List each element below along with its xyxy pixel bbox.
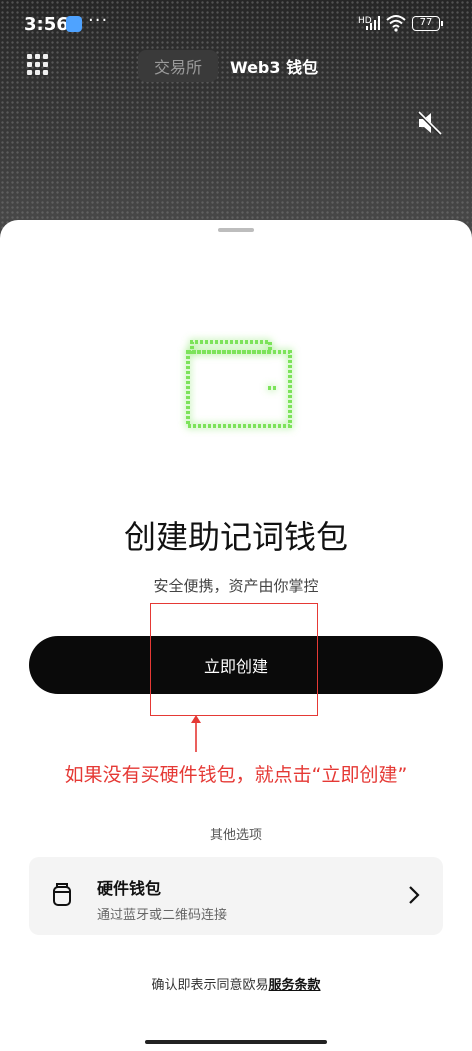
other-options-label: 其他选项 — [209, 828, 262, 843]
terms-of-service-link[interactable]: 服务条款 — [269, 978, 321, 993]
hardware-wallet-option[interactable]: 硬件钱包 通过蓝牙或二维码连接 — [29, 857, 443, 935]
annotation-text: 如果没有买硬件钱包，就点击“立即创建” — [64, 764, 408, 786]
hardware-wallet-icon — [53, 883, 71, 906]
page-title: 创建助记词钱包 — [123, 518, 348, 556]
speaker-mute-icon[interactable] — [416, 110, 442, 136]
sheet-drag-handle[interactable] — [218, 228, 254, 232]
bottom-sheet: 创建助记词钱包 安全便携，资产由你掌控 立即创建 如果没有买硬件钱包，就点击“立… — [0, 220, 472, 1051]
app-notification-icon — [66, 16, 82, 32]
tab-web3-wallet[interactable]: Web3 钱包 — [230, 50, 318, 82]
status-time: 3:56 — [24, 14, 69, 35]
annotation-highlight-box — [150, 603, 318, 716]
terms-notice: 确认即表示同意欧易服务条款 — [0, 974, 472, 993]
tab-exchange[interactable]: 交易所 — [138, 50, 218, 82]
hardware-wallet-title: 硬件钱包 — [97, 879, 162, 898]
signal-icon — [366, 16, 380, 30]
page-subtitle: 安全便携，资产由你掌控 — [153, 577, 319, 595]
grid-icon[interactable] — [27, 54, 49, 76]
terms-prefix: 确认即表示同意欧易 — [151, 978, 269, 993]
chevron-right-icon — [409, 886, 420, 904]
home-indicator[interactable] — [145, 1040, 327, 1044]
wifi-icon — [386, 15, 406, 32]
status-bar: 3:56 ··· HD 77 — [0, 0, 472, 50]
more-notifications-icon: ··· — [88, 10, 109, 31]
hardware-wallet-subtitle: 通过蓝牙或二维码连接 — [97, 908, 228, 923]
wallet-icon — [186, 340, 292, 428]
battery-icon: 77 — [412, 16, 443, 31]
annotation-arrow-icon — [191, 715, 201, 752]
